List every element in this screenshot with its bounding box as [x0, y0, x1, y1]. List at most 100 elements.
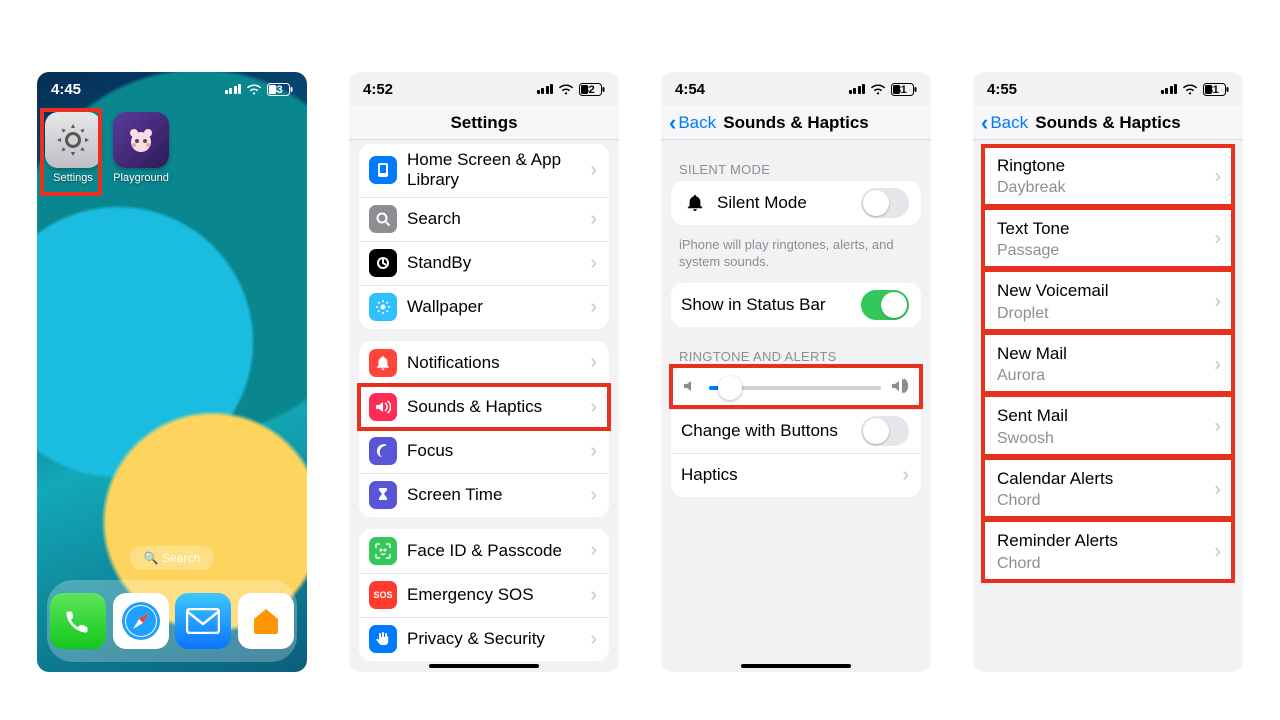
- navbar-sounds: ‹ Back Sounds & Haptics: [661, 106, 931, 140]
- dock-phone[interactable]: [50, 593, 106, 649]
- settings-row-notifications[interactable]: Notifications›: [359, 341, 609, 385]
- app-playground[interactable]: Playground: [113, 112, 169, 184]
- toggle-silent-mode[interactable]: [861, 188, 909, 218]
- row-title: Reminder Alerts: [997, 531, 1118, 551]
- row-haptics[interactable]: Haptics ›: [671, 453, 921, 497]
- row-label: Show in Status Bar: [681, 295, 826, 315]
- back-label: Back: [678, 113, 716, 133]
- search-icon: [369, 205, 397, 233]
- row-value: Droplet: [997, 304, 1049, 323]
- row-change-with-buttons[interactable]: Change with Buttons: [671, 409, 921, 453]
- status-bar: 4:54 31: [661, 72, 931, 106]
- row-title: New Voicemail: [997, 281, 1109, 301]
- sound-row-sent-mail[interactable]: Sent MailSwoosh›: [983, 395, 1233, 458]
- settings-group-alerts: Notifications›Sounds & Haptics› Focus › Scr…: [359, 341, 609, 517]
- cellular-icon: [537, 84, 554, 94]
- chevron-right-icon: ›: [590, 252, 597, 275]
- sound-row-reminder-alerts[interactable]: Reminder Alerts Chord ›: [983, 520, 1233, 583]
- toggle-change-buttons[interactable]: [861, 416, 909, 446]
- status-bar: 4:52 32: [349, 72, 619, 106]
- status-time: 4:55: [987, 81, 1017, 98]
- row-label: Emergency SOS: [407, 585, 534, 605]
- section-header-ringtone: RINGTONE AND ALERTS: [679, 349, 913, 364]
- playground-icon: [113, 112, 169, 168]
- dock-safari[interactable]: [113, 593, 169, 649]
- settings-row-sounds-haptics[interactable]: Sounds & Haptics›: [359, 385, 609, 429]
- row-value: Chord: [997, 491, 1041, 510]
- back-button[interactable]: ‹ Back: [981, 106, 1028, 139]
- chevron-right-icon: ›: [1214, 541, 1221, 564]
- wifi-icon: [1182, 83, 1198, 95]
- back-button[interactable]: ‹ Back: [669, 106, 716, 139]
- panel-home-screen: 4:45 33 Settings Playgr: [37, 72, 307, 672]
- row-volume-slider[interactable]: [671, 368, 921, 409]
- section-header-silent: SILENT MODE: [679, 162, 913, 177]
- status-time: 4:45: [51, 81, 81, 98]
- cellular-icon: [849, 84, 866, 94]
- bell-icon: [369, 349, 397, 377]
- settings-row-wallpaper[interactable]: Wallpaper›: [359, 285, 609, 329]
- moon-icon: [369, 437, 397, 465]
- row-title: Ringtone: [997, 156, 1065, 176]
- panel-settings-list: 4:52 32 Settings Home Screen & App Libra…: [349, 72, 619, 672]
- group-ringtone-alerts: Change with Buttons Haptics ›: [671, 368, 921, 497]
- sound-list-scroller[interactable]: RingtoneDaybreak›Text TonePassage› New Vo…: [973, 140, 1243, 672]
- settings-scroller[interactable]: Home Screen & App Library›Search›StandBy…: [349, 140, 619, 672]
- group-sound-list: RingtoneDaybreak›Text TonePassage› New Vo…: [983, 146, 1233, 583]
- sound-row-new-voicemail[interactable]: New VoicemailDroplet›: [983, 270, 1233, 333]
- home-search-pill[interactable]: 🔍 Search: [130, 546, 214, 570]
- home-indicator: [741, 664, 851, 668]
- sound-row-calendar-alerts[interactable]: Calendar AlertsChord›: [983, 458, 1233, 521]
- chevron-right-icon: ›: [590, 628, 597, 651]
- row-silent-mode[interactable]: Silent Mode: [671, 181, 921, 225]
- sounds-scroller[interactable]: SILENT MODE Silent Mode iPhone will play…: [661, 140, 931, 672]
- settings-row-face-id-passcode[interactable]: Face ID & Passcode›: [359, 529, 609, 573]
- settings-row-focus[interactable]: Focus ›: [359, 429, 609, 473]
- chevron-right-icon: ›: [1214, 478, 1221, 501]
- speaker-icon: [369, 393, 397, 421]
- sound-row-text-tone[interactable]: Text TonePassage›: [983, 208, 1233, 271]
- sos-icon: SOS: [369, 581, 397, 609]
- phone-icon: [63, 606, 93, 636]
- sound-row-new-mail[interactable]: New MailAurora›: [983, 333, 1233, 396]
- sound-row-ringtone[interactable]: RingtoneDaybreak›: [983, 146, 1233, 208]
- volume-slider[interactable]: [709, 386, 881, 390]
- chevron-right-icon: ›: [1214, 228, 1221, 251]
- row-show-in-statusbar[interactable]: Show in Status Bar: [671, 283, 921, 327]
- chevron-right-icon: ›: [590, 440, 597, 463]
- wifi-icon: [870, 83, 886, 95]
- dock-mail[interactable]: [175, 593, 231, 649]
- volume-low-icon: [683, 378, 699, 399]
- row-value: Chord: [997, 554, 1041, 573]
- toggle-show-statusbar[interactable]: [861, 290, 909, 320]
- settings-row-search[interactable]: Search›: [359, 197, 609, 241]
- row-label: Home Screen & App Library: [407, 150, 590, 191]
- settings-row-screen-time[interactable]: Screen Time›: [359, 473, 609, 517]
- row-label: Focus: [407, 441, 453, 461]
- settings-group-display: Home Screen & App Library›Search›StandBy…: [359, 144, 609, 329]
- bell-icon: [681, 189, 709, 217]
- row-label: StandBy: [407, 253, 471, 273]
- tutorial-stage: 4:45 33 Settings Playgr: [0, 0, 1280, 720]
- row-label: Screen Time: [407, 485, 502, 505]
- row-label: Wallpaper: [407, 297, 483, 317]
- settings-row-emergency-sos[interactable]: SOSEmergency SOS›: [359, 573, 609, 617]
- navbar-title: Sounds & Haptics: [1035, 113, 1180, 133]
- volume-high-icon: [891, 378, 909, 399]
- hourglass-icon: [369, 481, 397, 509]
- row-label: Change with Buttons: [681, 421, 838, 441]
- compass-icon: [119, 599, 163, 643]
- row-label: Notifications: [407, 353, 500, 373]
- back-label: Back: [990, 113, 1028, 133]
- navbar-sounds: ‹ Back Sounds & Haptics: [973, 106, 1243, 140]
- slider-thumb[interactable]: [718, 376, 742, 400]
- group-silent: Silent Mode: [671, 181, 921, 225]
- settings-row-home-screen-app-library[interactable]: Home Screen & App Library›: [359, 144, 609, 197]
- settings-row-privacy-security[interactable]: Privacy & Security›: [359, 617, 609, 661]
- settings-row-standby[interactable]: StandBy ›: [359, 241, 609, 285]
- home-icon: [249, 604, 283, 638]
- group-statusbar: Show in Status Bar: [671, 283, 921, 327]
- chevron-right-icon: ›: [590, 159, 597, 182]
- dock-home[interactable]: [238, 593, 294, 649]
- app-settings[interactable]: Settings: [45, 112, 101, 184]
